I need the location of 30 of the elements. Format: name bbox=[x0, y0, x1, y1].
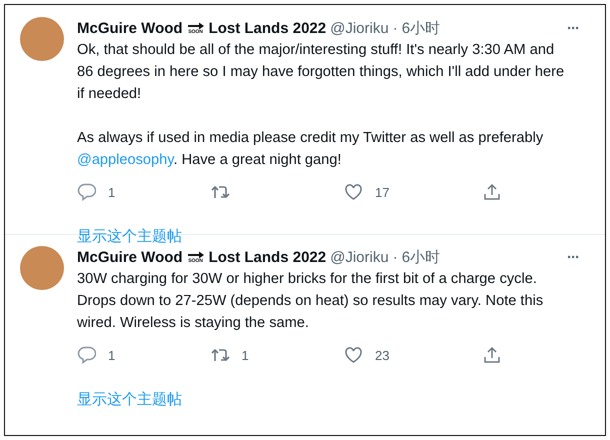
post-time[interactable]: 6小时 bbox=[402, 18, 440, 38]
retweet-icon[interactable] bbox=[210, 183, 230, 201]
author-name[interactable]: McGuire Wood bbox=[77, 20, 183, 36]
like-count: 23 bbox=[375, 348, 390, 362]
like-count: 17 bbox=[375, 184, 390, 200]
author-handle[interactable]: @Jioriku bbox=[330, 248, 389, 266]
tweet-text: As always if used in media please credit my Twitter as well as preferably @appleosophy. Have a great night gang! bbox=[77, 129, 544, 170]
tweet-text: Ok, that should be all of the major/interesting stuff! It's nearly 3:30 AM and 86 degrees in here so I may have forgotten things, which I'll add under here if needed! bbox=[77, 41, 566, 104]
more-options-button[interactable]: ··· bbox=[567, 20, 579, 36]
post-time[interactable]: 6小时 bbox=[402, 248, 440, 266]
retweet-icon[interactable] bbox=[210, 346, 230, 364]
separator-dot: · bbox=[392, 248, 398, 266]
retweet-count: 1 bbox=[242, 348, 249, 362]
author-handle[interactable]: @Jioriku bbox=[330, 20, 389, 36]
reply-icon[interactable] bbox=[77, 183, 96, 201]
author-name[interactable]: McGuire Wood bbox=[77, 248, 183, 266]
heart-icon[interactable] bbox=[344, 183, 363, 201]
more-options-button[interactable]: ··· bbox=[567, 248, 579, 266]
reply-icon[interactable] bbox=[77, 346, 96, 364]
heart-icon[interactable] bbox=[344, 346, 363, 364]
reply-count: 1 bbox=[108, 184, 116, 200]
tweet-text: 30W charging for 30W or higher bricks for the first bit of a charge cycle. Drops down to 27-25W (depends on heat) so results may vary. Note this wired. Wireless is staying the same. bbox=[77, 270, 544, 333]
separator-dot: · bbox=[392, 20, 398, 36]
avatar-image[interactable] bbox=[20, 17, 64, 61]
avatar-image[interactable] bbox=[20, 246, 64, 290]
share-icon[interactable] bbox=[482, 346, 501, 364]
author-name[interactable]: Lost Lands 2022 bbox=[208, 20, 326, 36]
reply-count: 1 bbox=[108, 348, 116, 362]
author-name[interactable]: Lost Lands 2022 bbox=[208, 248, 326, 266]
share-icon[interactable] bbox=[482, 183, 501, 201]
